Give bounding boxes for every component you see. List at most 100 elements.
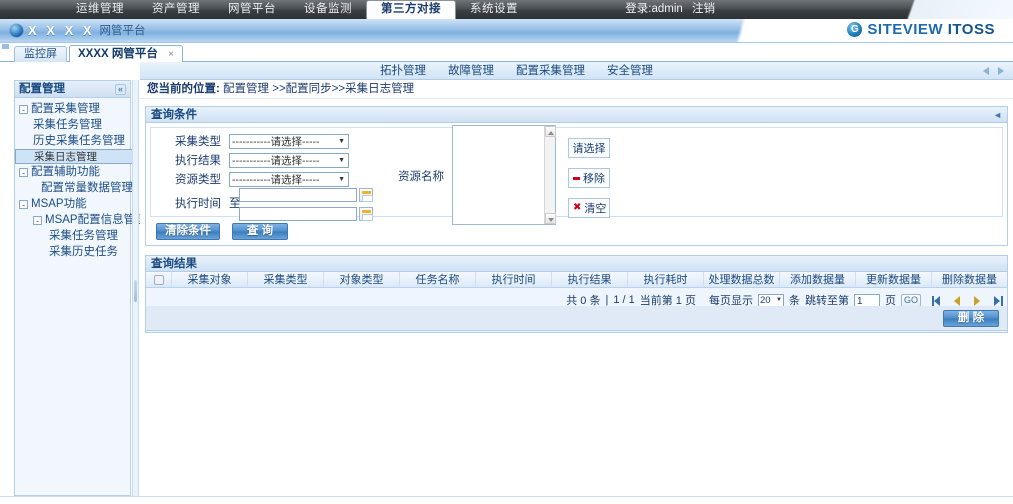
exec-result-select[interactable]: -----------请选择----- ▼ [229, 152, 349, 168]
pager-separator: | [605, 294, 609, 306]
field-collect-type-label: 采集类型 [175, 136, 221, 148]
go-button[interactable]: GO [900, 293, 921, 307]
brand-bar: X X X X 网管平台 G SITEVIEW ITOSS [0, 19, 1013, 43]
sidebar-title: 配置管理 [19, 82, 65, 95]
column-header-object-type[interactable]: 对象类型 [324, 272, 400, 287]
clear-conditions-button[interactable]: 清除条件 [156, 223, 220, 240]
resource-name-listbox[interactable] [452, 125, 556, 225]
result-panel-title: 查询结果 [151, 257, 197, 270]
remove-resource-button[interactable]: 移除 [568, 168, 610, 188]
subnav-item-fault[interactable]: 故障管理 [448, 62, 494, 80]
sidebar-item-msap-config-info[interactable]: - MSAP配置信息管理 [15, 212, 147, 228]
breadcrumb-prefix: 您当前的位置: [147, 83, 220, 95]
collapse-panel-icon[interactable]: ◄ [993, 107, 1002, 123]
splitter-grip[interactable] [134, 280, 137, 302]
logout-link[interactable]: 注销 [692, 3, 715, 15]
listbox-scrollbar[interactable] [544, 126, 556, 224]
logo-mark-icon: G [847, 22, 863, 37]
resource-type-select[interactable]: -----------请选择----- ▼ [229, 171, 349, 187]
first-page-icon[interactable] [932, 295, 943, 306]
column-header-total-processed[interactable]: 处理数据总数 [704, 272, 780, 287]
tab-monitor-screen[interactable]: 监控屏 [14, 46, 67, 62]
brand-x-text: X X X X [28, 22, 95, 38]
column-header-exec-time[interactable]: 执行时间 [476, 272, 552, 287]
column-header-collect-object[interactable]: 采集对象 [172, 272, 248, 287]
column-header-added-count[interactable]: 添加数据量 [780, 272, 856, 287]
column-header-updated-count[interactable]: 更新数据量 [856, 272, 932, 287]
subnav-item-config-collect[interactable]: 配置采集管理 [516, 62, 585, 80]
brand-subtitle: 网管平台 [99, 25, 146, 37]
per-page-select[interactable]: 20 ▼ [757, 293, 784, 307]
tab-strip: 监控屏 XXXX 网管平台 × [0, 44, 1013, 62]
exec-time-until-input[interactable] [239, 207, 357, 221]
main-menu-item-device-monitor[interactable]: 设备监测 [290, 0, 366, 19]
calendar-icon[interactable] [359, 188, 373, 202]
subnav-item-topology[interactable]: 拓扑管理 [380, 62, 426, 80]
field-exec-result: 执行结果 -----------请选择----- ▼ [155, 152, 349, 168]
chevron-left-icon[interactable] [982, 65, 991, 76]
sidebar-item-collect-log[interactable]: 采集日志管理 [15, 149, 135, 164]
sidebar-item-config-constant-data[interactable]: 配置常量数据管理 [15, 180, 133, 196]
sidebar-item-msap[interactable]: - MSAP功能 [15, 196, 130, 212]
next-page-icon[interactable] [972, 295, 983, 306]
sidebar-item-msap-collect-task[interactable]: 采集任务管理 [15, 228, 130, 244]
sidebar-header: 配置管理 « [15, 81, 130, 98]
chevron-right-icon[interactable] [996, 65, 1005, 76]
main-menu-item-netplatform[interactable]: 网管平台 [214, 0, 290, 19]
last-page-icon[interactable] [992, 295, 1003, 306]
tab-monitor-screen-label: 监控屏 [24, 48, 57, 60]
sidebar-item-label: 采集任务管理 [49, 230, 118, 242]
exec-time-from-input[interactable] [239, 188, 357, 202]
page-bottom-edge [0, 496, 1013, 504]
sidebar-item-label: 历史采集任务管理 [33, 135, 125, 147]
column-header-exec-duration[interactable]: 执行耗时 [628, 272, 704, 287]
column-header-collect-type[interactable]: 采集类型 [248, 272, 324, 287]
collapse-sidebar-icon[interactable]: « [114, 83, 126, 95]
sidebar-item-collect-task[interactable]: 采集任务管理 [15, 117, 130, 133]
scroll-down-icon[interactable] [545, 213, 556, 224]
tab-network-platform[interactable]: XXXX 网管平台 × [69, 45, 183, 62]
minus-icon [573, 176, 580, 180]
main-menu-item-ops[interactable]: 运维管理 [62, 0, 138, 19]
sidebar: 配置管理 « - 配置采集管理 采集任务管理 历史采集任务管理 采集日志管理 -… [14, 80, 147, 496]
select-resource-label: 请选择 [572, 143, 606, 155]
scroll-up-icon[interactable] [545, 126, 556, 137]
close-icon[interactable]: × [168, 49, 174, 60]
sidebar-item-history-collect-task[interactable]: 历史采集任务管理 [15, 133, 130, 149]
select-resource-button[interactable]: 请选择 [568, 138, 610, 158]
delete-action-row: 删 除 [145, 306, 1008, 331]
main-menu-item-third-party[interactable]: 第三方对接 [366, 0, 456, 19]
column-header-exec-result[interactable]: 执行结果 [552, 272, 628, 287]
expander-icon[interactable]: - [19, 104, 28, 114]
sidebar-item-label: 配置辅助功能 [31, 166, 100, 178]
field-exec-result-label: 执行结果 [175, 155, 221, 167]
jump-page-input[interactable]: 1 [853, 293, 880, 307]
expander-icon[interactable]: - [33, 215, 42, 225]
select-all-checkbox[interactable] [153, 274, 164, 285]
subnav-item-security[interactable]: 安全管理 [607, 62, 653, 80]
exec-time-from-row [239, 188, 373, 202]
expander-icon[interactable]: - [19, 167, 28, 177]
select-all-checkbox-cell[interactable] [146, 272, 172, 287]
column-header-deleted-count[interactable]: 删除数据量 [932, 272, 1007, 287]
delete-button[interactable]: 删 除 [943, 309, 999, 327]
resource-name-label: 资源名称 [398, 171, 444, 183]
column-header-task-name[interactable]: 任务名称 [400, 272, 476, 287]
main-menu-item-assets[interactable]: 资产管理 [138, 0, 214, 19]
sidebar-item-msap-collect-history[interactable]: 采集历史任务 [15, 244, 130, 260]
sidebar-item-config-aux[interactable]: - 配置辅助功能 [15, 164, 130, 180]
pagination-nav-buttons [932, 295, 1003, 306]
resource-type-value: -----------请选择----- [232, 173, 320, 186]
calendar-icon[interactable] [359, 207, 373, 221]
sidebar-splitter[interactable] [132, 80, 139, 496]
sidebar-item-label: 配置采集管理 [31, 103, 100, 115]
prev-page-icon[interactable] [952, 295, 963, 306]
clear-resource-button[interactable]: ✖ 清空 [568, 198, 610, 218]
sidebar-item-config-collect[interactable]: - 配置采集管理 [15, 101, 130, 117]
globe-icon [10, 23, 23, 37]
collect-type-select[interactable]: -----------请选择----- ▼ [229, 133, 349, 149]
expander-icon[interactable]: - [19, 199, 28, 209]
login-user-text: 登录:admin [625, 3, 683, 15]
query-button[interactable]: 查 询 [232, 223, 288, 240]
main-menu-item-system-settings[interactable]: 系统设置 [456, 0, 532, 19]
